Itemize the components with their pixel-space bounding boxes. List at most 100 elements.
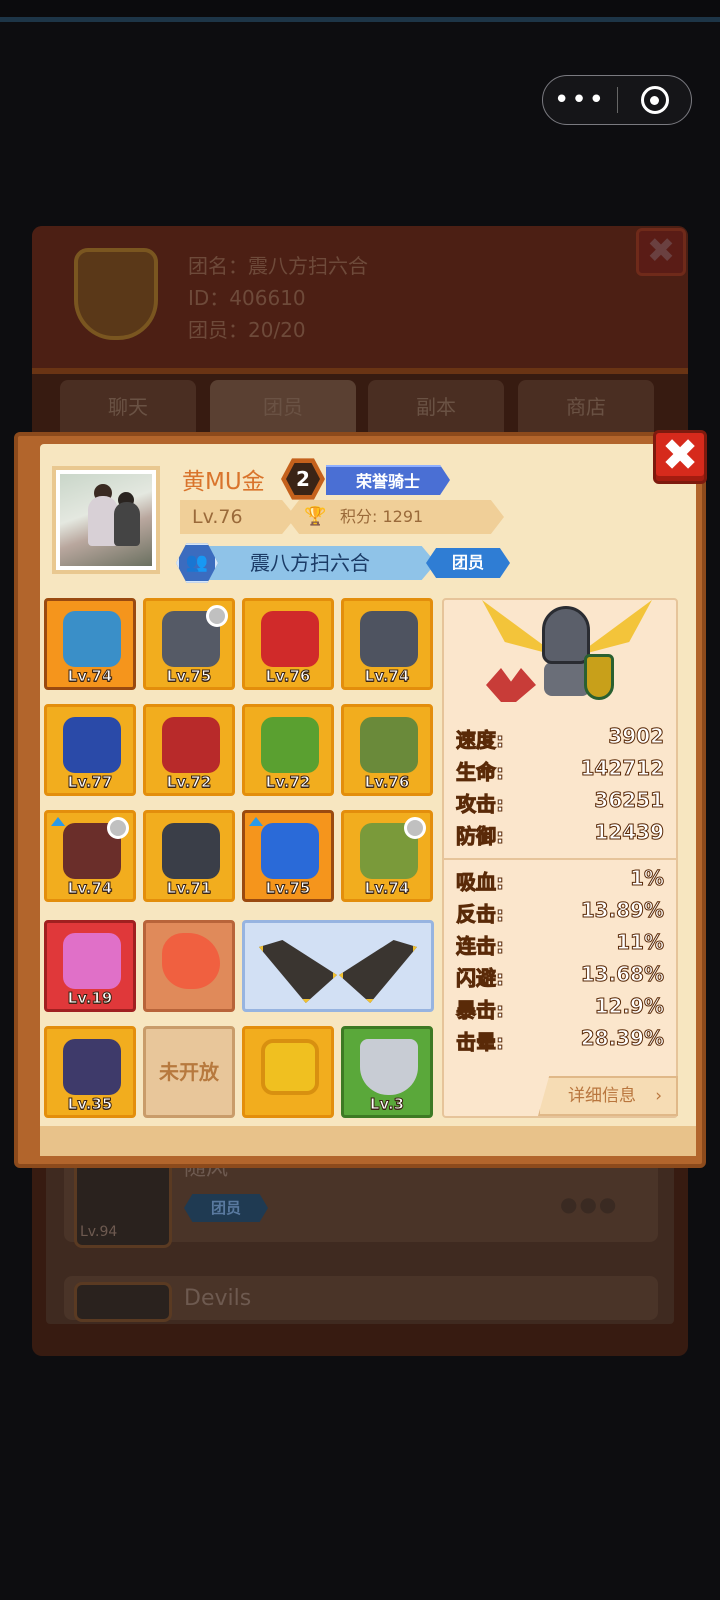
gem-slot[interactable]: [242, 1026, 334, 1118]
gauntlet-icon: [360, 611, 418, 667]
equipment-slot[interactable]: Lv.77: [44, 704, 136, 796]
equipment-slot[interactable]: Lv.74: [44, 810, 136, 902]
equipment-level: Lv.76: [364, 773, 410, 792]
stat-row: 防御: 12439: [456, 820, 665, 850]
stat-label: 闪避:: [456, 966, 505, 991]
trophy-icon: 🏆: [304, 506, 327, 527]
stat-value: 36251: [594, 788, 665, 813]
member-name: Devils: [184, 1286, 252, 1311]
player-level: Lv.76: [180, 500, 296, 534]
detail-info-label: 详细信息: [568, 1086, 636, 1106]
equipment-slot[interactable]: Lv.75: [242, 810, 334, 902]
hero-portrait: [482, 600, 652, 718]
member-more-icon[interactable]: ●●●: [560, 1192, 618, 1216]
wings-icon: [259, 940, 337, 1003]
equipment-level: Lv.71: [166, 879, 212, 898]
stat-row: 生命: 142712: [456, 756, 665, 786]
dragon-pet-icon: [63, 933, 121, 989]
stat-value: 12.9%: [594, 994, 664, 1019]
player-role-badge: 团员: [426, 548, 510, 578]
blue-boots-icon: [261, 823, 319, 879]
wings-slot[interactable]: [242, 920, 434, 1012]
member-role-badge: 团员: [184, 1194, 268, 1222]
green-vest-icon: [360, 717, 418, 773]
stat-label: 速度:: [456, 728, 505, 753]
red-scarf-icon: [261, 611, 319, 667]
more-dots-icon[interactable]: •••: [543, 75, 617, 125]
stat-row: 连击: 11%: [456, 930, 665, 960]
red-glove-icon: [162, 717, 220, 773]
equipment-slot[interactable]: Lv.72: [143, 704, 235, 796]
pet-level: Lv.19: [67, 989, 113, 1008]
demon-pet-icon: [63, 1039, 121, 1095]
shield-badge-icon: [360, 1039, 418, 1095]
miniapp-capsule: •••: [542, 75, 692, 125]
stat-label: 暴击:: [456, 998, 505, 1023]
stat-row: 反击: 13.89%: [456, 898, 665, 928]
stat-value: 12439: [594, 820, 665, 845]
swirl-icon: [404, 817, 426, 839]
stat-label: 生命:: [456, 760, 505, 785]
chevron-right-icon: ›: [655, 1086, 662, 1106]
tab-dungeon[interactable]: 副本: [368, 380, 504, 434]
avatar-photo: [60, 474, 152, 566]
stat-label: 攻击:: [456, 792, 505, 817]
stat-value: 3902: [608, 724, 665, 749]
badge-slot[interactable]: Lv.3: [341, 1026, 433, 1118]
equipment-level: Lv.72: [166, 773, 212, 792]
stat-label: 反击:: [456, 902, 505, 927]
pet-slot-dragon[interactable]: Lv.19: [44, 920, 136, 1012]
status-bar: [0, 0, 720, 22]
tab-members[interactable]: 团员: [210, 380, 356, 434]
blue-armor-icon: [63, 717, 121, 773]
equipment-level: Lv.74: [364, 879, 410, 898]
stat-row: 攻击: 36251: [456, 788, 665, 818]
equipment-slot[interactable]: Lv.76: [242, 598, 334, 690]
equipment-level: Lv.75: [265, 879, 311, 898]
equipment-slot[interactable]: Lv.76: [341, 704, 433, 796]
badge-level: Lv.3: [369, 1095, 405, 1114]
equipment-slot[interactable]: Lv.72: [242, 704, 334, 796]
pet-slot-demon[interactable]: Lv.35: [44, 1026, 136, 1118]
wings-icon: [339, 940, 417, 1003]
equipment-level: Lv.72: [265, 773, 311, 792]
pet-level: Lv.35: [67, 1095, 113, 1114]
gem-medal-icon: [261, 1039, 319, 1095]
stat-value: 1%: [630, 866, 665, 891]
stat-value: 28.39%: [580, 1026, 664, 1051]
guild-shield-icon: [74, 248, 158, 340]
close-miniapp-button[interactable]: [618, 86, 691, 114]
equipment-slot[interactable]: Lv.74: [44, 598, 136, 690]
rank-number: 2: [286, 463, 320, 495]
stat-label: 连击:: [456, 934, 505, 959]
equipment-slot[interactable]: Lv.75: [143, 598, 235, 690]
stat-value: 13.68%: [580, 962, 664, 987]
fish-slot[interactable]: [143, 920, 235, 1012]
equipment-level: Lv.74: [67, 667, 113, 686]
locked-slot[interactable]: 未开放: [143, 1026, 235, 1118]
mace-icon: [486, 668, 536, 702]
dark-shield-icon: [162, 823, 220, 879]
equipment-slot[interactable]: Lv.74: [341, 810, 433, 902]
stat-row: 速度: 3902: [456, 724, 665, 754]
tab-chat[interactable]: 聊天: [60, 380, 196, 434]
detail-info-button[interactable]: 详细信息 ›: [538, 1076, 678, 1116]
stat-row: 闪避: 13.68%: [456, 962, 665, 992]
upgrade-arrow-icon: [51, 817, 65, 826]
locked-label: 未开放: [159, 1060, 219, 1084]
stat-label: 防御:: [456, 824, 505, 849]
equipment-slot[interactable]: Lv.74: [341, 598, 433, 690]
swirl-icon: [206, 605, 228, 627]
equipment-slot[interactable]: Lv.71: [143, 810, 235, 902]
swirl-icon: [107, 817, 129, 839]
helmet-icon: [63, 611, 121, 667]
tab-shop[interactable]: 商店: [518, 380, 654, 434]
guild-close-button[interactable]: ✖: [636, 228, 686, 276]
stat-row: 暴击: 12.9%: [456, 994, 665, 1024]
stat-value: 13.89%: [580, 898, 664, 923]
player-avatar[interactable]: [52, 466, 160, 574]
fish-icon: [162, 933, 220, 989]
close-button[interactable]: ✖: [653, 430, 707, 484]
member-avatar: [74, 1282, 172, 1322]
stat-label: 击晕:: [456, 1030, 505, 1055]
